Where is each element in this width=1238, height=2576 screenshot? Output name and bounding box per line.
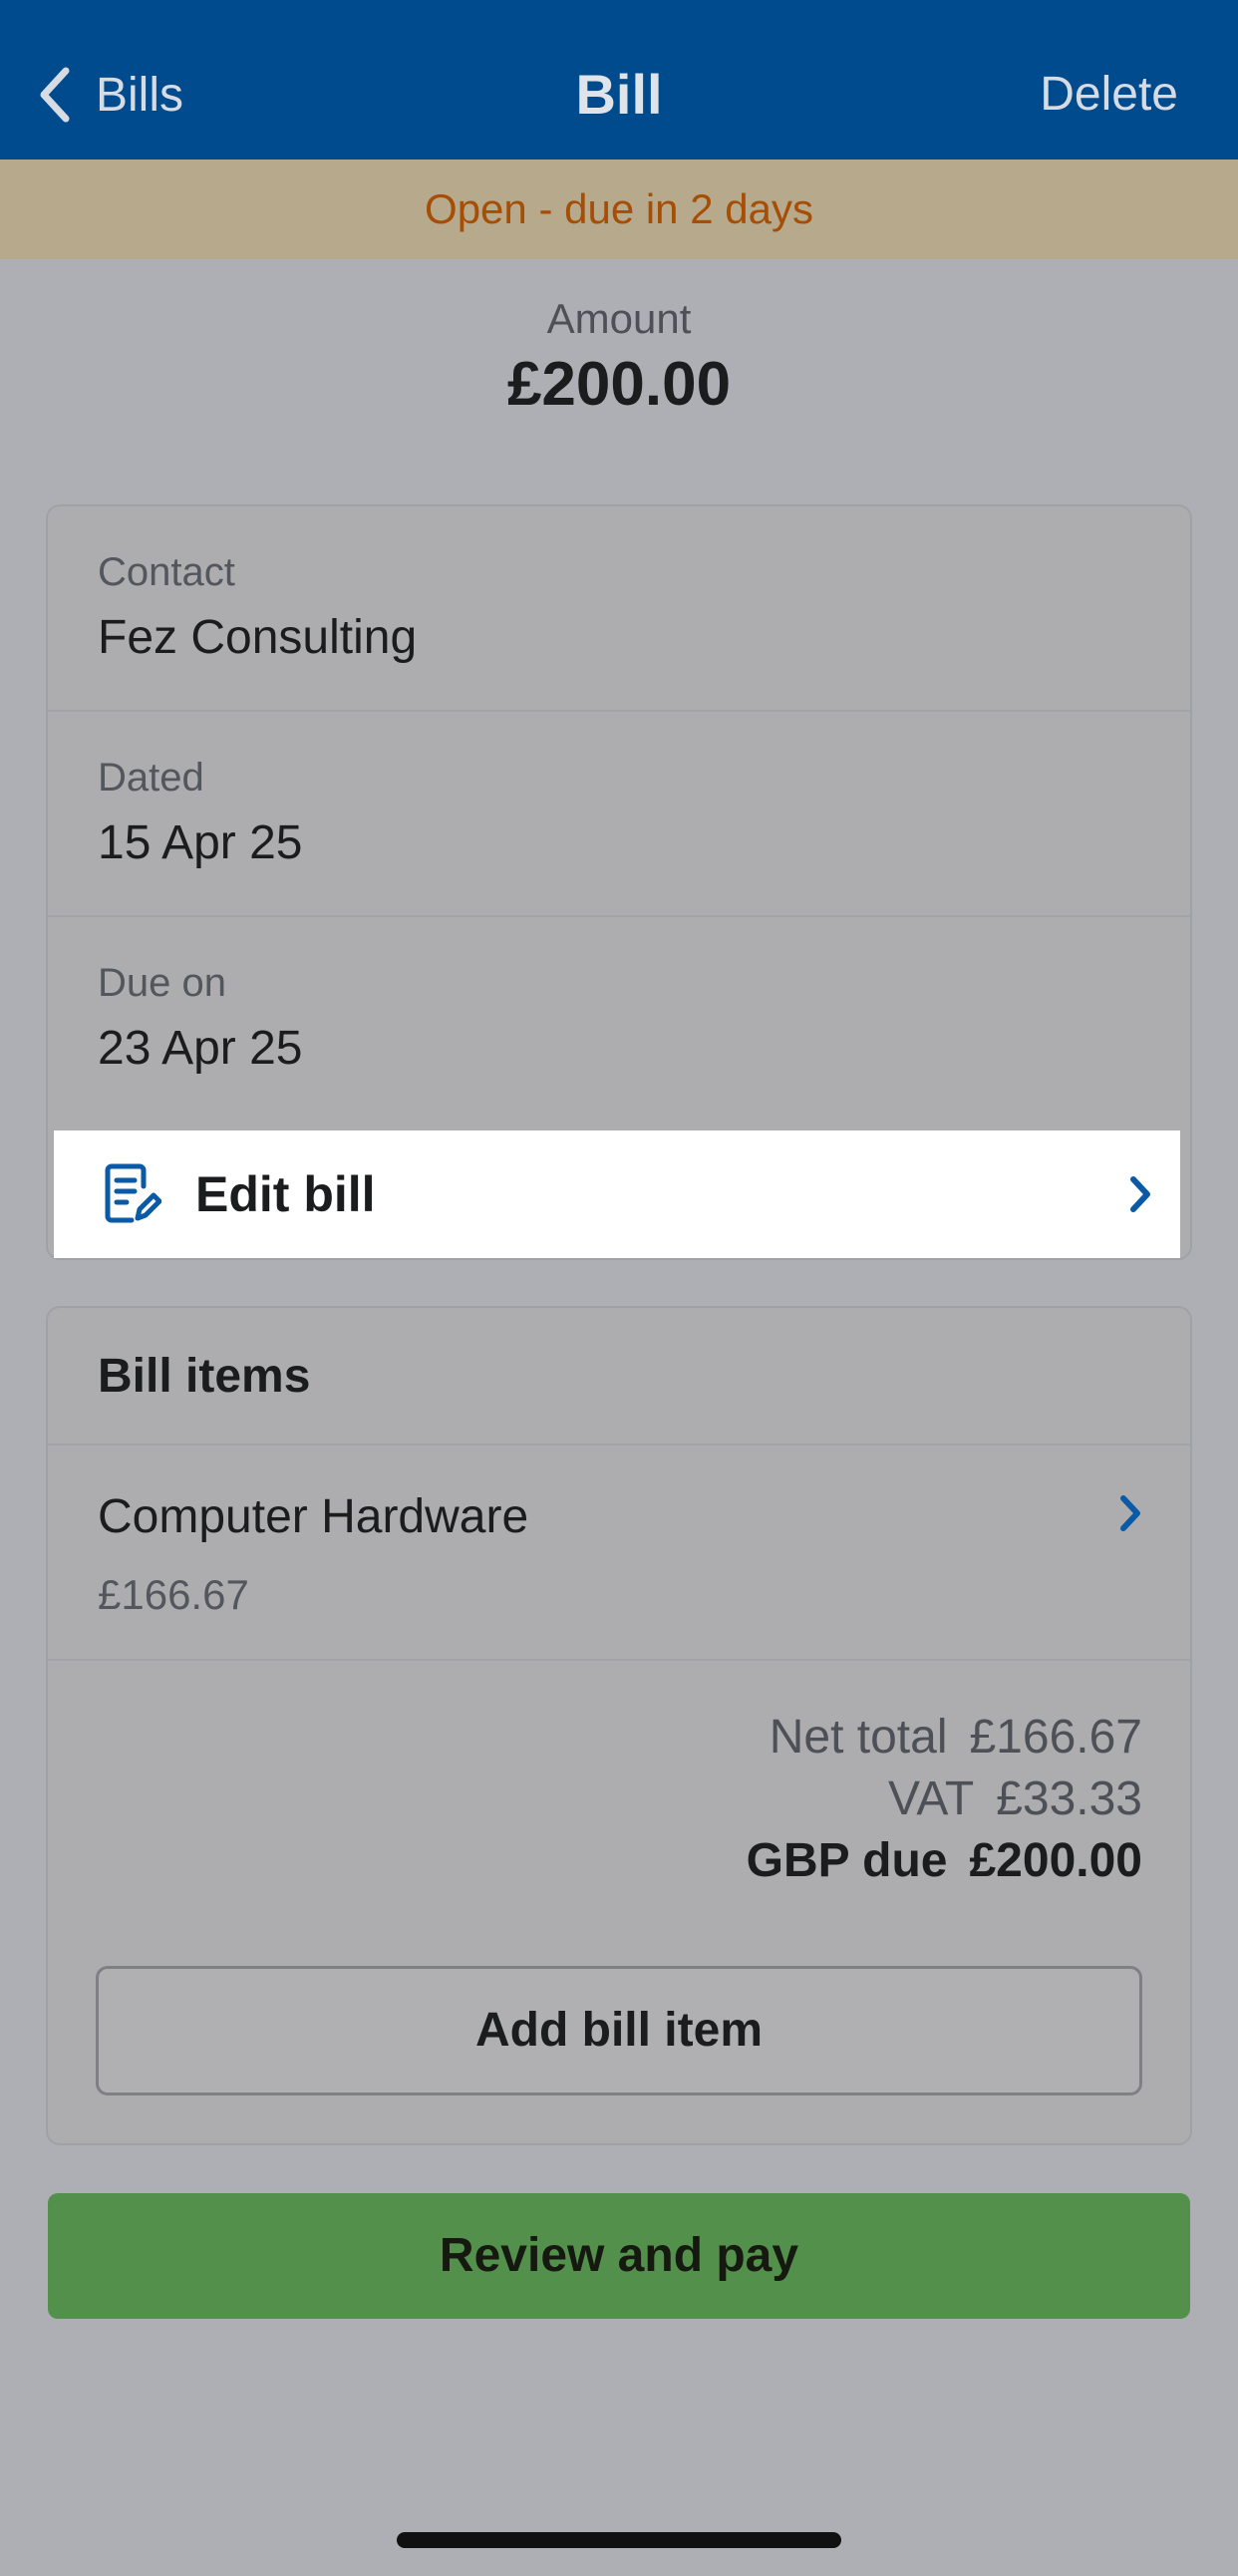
dated-label: Dated [98, 756, 204, 800]
edit-bill-button[interactable]: Edit bill [54, 1130, 1180, 1258]
review-and-pay-button[interactable]: Review and pay [48, 2193, 1190, 2319]
chevron-right-icon [1120, 1495, 1140, 1531]
bill-items-header: Bill items [48, 1308, 1190, 1446]
dated-field: Dated 15 Apr 25 [48, 712, 1190, 917]
bill-items-card: Bill items Computer Hardware £166.67 Net… [46, 1306, 1192, 2145]
dated-value: 15 Apr 25 [98, 816, 303, 869]
vat-value: £33.33 [996, 1772, 1142, 1825]
bill-items-title: Bill items [98, 1350, 311, 1403]
net-total-label: Net total [769, 1711, 948, 1764]
amount-label: Amount [546, 295, 692, 342]
delete-button[interactable]: Delete [1040, 60, 1178, 130]
bill-item-row[interactable]: Computer Hardware £166.67 [48, 1446, 1190, 1661]
gbp-due-label: GBP due [746, 1834, 948, 1887]
net-total-line: Net total £166.67 [747, 1707, 1142, 1769]
due-on-value: 23 Apr 25 [98, 1022, 303, 1075]
edit-document-icon [105, 1163, 161, 1223]
bill-totals: Net total £166.67 VAT £33.33 GBP due £200.0… [747, 1707, 1142, 1892]
add-bill-item-button[interactable]: Add bill item [96, 1966, 1142, 2095]
contact-field: Contact Fez Consulting [48, 506, 1190, 712]
bill-item-name: Computer Hardware [98, 1490, 529, 1543]
vat-label: VAT [887, 1772, 975, 1825]
vat-line: VAT £33.33 [747, 1769, 1142, 1830]
bill-screen: Bills Bill Delete Open - due in 2 days A… [0, 0, 1238, 2576]
contact-label: Contact [98, 550, 235, 594]
bill-item-price: £166.67 [98, 1571, 249, 1618]
net-total-value: £166.67 [969, 1711, 1142, 1764]
due-on-field: Due on 23 Apr 25 [48, 917, 1190, 1123]
status-banner: Open - due in 2 days [0, 160, 1238, 259]
nav-bar: Bills Bill Delete [0, 0, 1238, 160]
amount-value: £200.00 [506, 350, 732, 419]
contact-value: Fez Consulting [98, 611, 418, 664]
due-on-label: Due on [98, 961, 226, 1005]
gbp-due-line: GBP due £200.00 [747, 1830, 1142, 1892]
chevron-right-icon [1130, 1176, 1150, 1212]
home-indicator[interactable] [397, 2532, 841, 2548]
edit-bill-label: Edit bill [195, 1166, 376, 1222]
gbp-due-value: £200.00 [969, 1834, 1142, 1887]
